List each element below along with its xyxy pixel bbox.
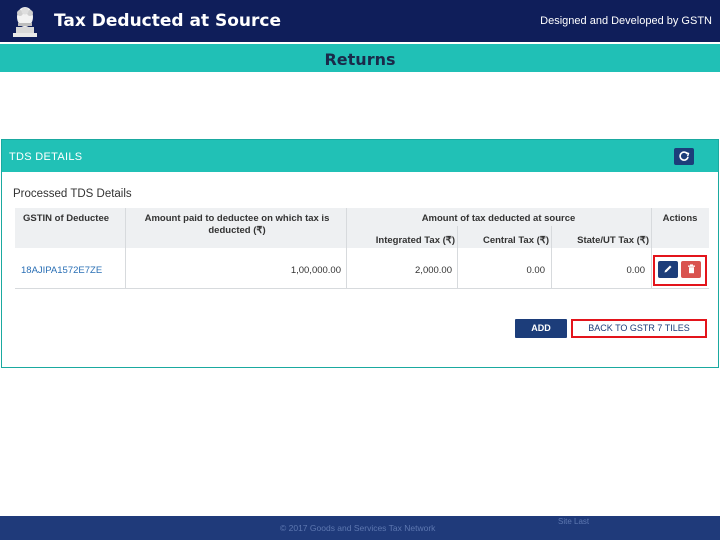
central-tax-value: 0.00 xyxy=(526,265,546,276)
app-title: Tax Deducted at Source xyxy=(54,11,282,31)
app-header: Tax Deducted at Source Designed and Deve… xyxy=(0,0,720,42)
footer-right-text: Site Last xyxy=(558,517,590,526)
panel-header: TDS DETAILS xyxy=(2,140,718,172)
footer-copyright: © 2017 Goods and Services Tax Network xyxy=(280,523,436,533)
column-header-integrated-tax: Integrated Tax (₹) xyxy=(375,235,455,246)
column-header-gstin: GSTIN of Deductee xyxy=(23,213,110,224)
column-header-amount-paid: Amount paid to deductee on which tax is … xyxy=(144,213,330,236)
page-title: Returns xyxy=(324,50,396,69)
delete-button[interactable] xyxy=(681,261,701,278)
column-divider xyxy=(125,208,126,289)
column-header-actions: Actions xyxy=(662,213,698,224)
state-tax-value: 0.00 xyxy=(626,265,646,276)
column-header-state-tax: State/UT Tax (₹) xyxy=(577,235,649,246)
back-to-gstr7-tiles-button[interactable]: BACK TO GSTR 7 TILES xyxy=(571,319,707,338)
panel-title: TDS DETAILS xyxy=(9,151,83,163)
state-emblem-icon xyxy=(13,7,37,37)
processed-tds-table: GSTIN of Deductee Amount paid to deducte… xyxy=(15,208,709,290)
edit-button[interactable] xyxy=(658,261,678,278)
column-header-central-tax: Central Tax (₹) xyxy=(482,235,549,246)
amount-paid-value: 1,00,000.00 xyxy=(290,265,341,276)
column-header-tax-deducted: Amount of tax deducted at source xyxy=(421,213,576,224)
section-title: Processed TDS Details xyxy=(13,188,132,200)
refresh-icon xyxy=(679,151,690,161)
pencil-icon xyxy=(664,265,672,273)
trash-icon xyxy=(687,264,695,274)
tds-details-panel: TDS DETAILS Processed TDS Details GSTIN … xyxy=(1,139,719,368)
page: Tax Deducted at Source Designed and Deve… xyxy=(0,0,720,540)
developer-credit: Designed and Developed by GSTN xyxy=(540,15,712,27)
returns-banner: Returns xyxy=(0,44,720,72)
add-button[interactable]: ADD xyxy=(515,319,567,338)
deductee-gstin-link[interactable]: 18AJIPA1572E7ZE xyxy=(21,265,102,276)
integrated-tax-value: 2,000.00 xyxy=(415,265,452,276)
refresh-button[interactable] xyxy=(674,148,694,165)
page-footer: © 2017 Goods and Services Tax Network Si… xyxy=(0,516,720,540)
